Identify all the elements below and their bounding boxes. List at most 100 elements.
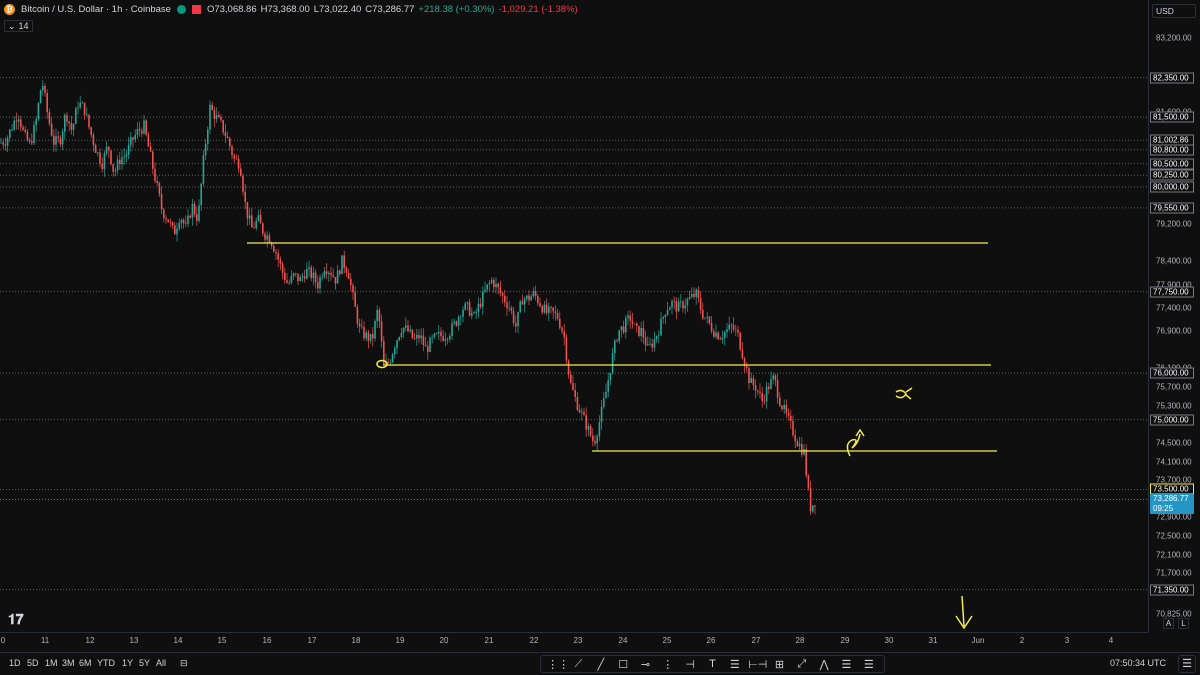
date-range-icon[interactable]: ⊟ <box>180 658 188 669</box>
candle-body <box>240 168 242 176</box>
price-level-tag[interactable]: 80,800.00 <box>1150 144 1194 156</box>
candle-body <box>735 329 737 331</box>
arrow-icon[interactable]: ⤢ <box>793 658 811 671</box>
time-label: 30 <box>884 636 894 645</box>
date-range-icon[interactable]: ⊢⊣ <box>748 658 767 671</box>
candle-body <box>174 225 176 235</box>
candle-body <box>339 270 341 275</box>
price-level-tag[interactable]: 80,250.00 <box>1150 169 1194 181</box>
symbol-title[interactable]: Bitcoin / U.S. Dollar · 1h · Coinbase <box>21 4 171 15</box>
drag-handle-icon[interactable]: ⋮⋮ <box>547 658 569 671</box>
candle-body <box>20 119 22 128</box>
candle-body <box>297 273 299 282</box>
auto-scale-button[interactable]: A <box>1163 618 1174 629</box>
timeframe-button[interactable]: 6M <box>79 658 92 668</box>
horizontal-ray-icon[interactable]: ⊸ <box>636 658 654 671</box>
utc-clock[interactable]: 07:50:34 UTC <box>1110 658 1166 668</box>
candle-body <box>631 320 634 324</box>
timeframe-button[interactable]: 3M <box>62 658 75 668</box>
price-level-tag[interactable]: 77,750.00 <box>1150 286 1194 298</box>
time-label: 18 <box>351 636 361 645</box>
candle-body <box>312 272 315 279</box>
price-level-tag[interactable]: 80,500.00 <box>1150 158 1194 170</box>
candle-body <box>259 215 262 224</box>
time-label: 2 <box>1019 636 1025 645</box>
candle-body <box>193 203 196 215</box>
indicator-toggle[interactable]: ⌄ 14 <box>4 20 33 32</box>
candle-body <box>779 397 781 406</box>
candle-body <box>715 332 717 337</box>
time-label: 15 <box>217 636 227 645</box>
down-arrow-drawing[interactable] <box>955 595 973 630</box>
rectangle-icon[interactable]: ☐ <box>614 658 632 671</box>
timeframe-button[interactable]: 5Y <box>139 658 150 668</box>
short-position-icon[interactable]: ☰ <box>860 658 878 671</box>
brush-icon[interactable]: ⟋ <box>569 658 587 671</box>
timeframe-button[interactable]: YTD <box>97 658 115 668</box>
tradingview-logo[interactable]: 𝟏𝟕 <box>8 612 24 628</box>
up-arrow-scribble-drawing[interactable] <box>846 428 865 457</box>
candle-body <box>653 339 656 348</box>
timeframe-button[interactable]: 1D <box>9 658 21 668</box>
candle-body <box>770 379 772 389</box>
path-icon[interactable]: ⋀ <box>815 658 833 671</box>
long-position-icon[interactable]: ☰ <box>837 658 855 671</box>
price-range-icon[interactable]: ⊞ <box>770 658 788 671</box>
menu-icon[interactable]: ☰ <box>1178 655 1196 673</box>
candle-body <box>24 129 26 132</box>
candle-body <box>319 277 321 289</box>
market-status-icon[interactable] <box>176 5 186 14</box>
candle-body <box>561 327 563 332</box>
candle-body <box>334 276 337 284</box>
candle-body <box>145 120 147 135</box>
candle-body <box>620 326 623 331</box>
price-level-tag[interactable]: 80,000.00 <box>1150 181 1194 193</box>
candle-body <box>17 119 20 122</box>
candle-body <box>790 415 792 421</box>
price-level-tag-yellow[interactable]: 73,500.00 <box>1150 483 1194 495</box>
candle-body <box>110 150 112 165</box>
vertical-line-icon[interactable]: ⋮ <box>659 658 677 671</box>
currency-selector[interactable]: USD <box>1152 4 1196 18</box>
timeframe-button[interactable]: 1Y <box>122 658 133 668</box>
horizontal-line-icon[interactable]: ⊣ <box>681 658 699 671</box>
candle-body <box>420 335 422 339</box>
timeframe-button[interactable]: 5D <box>27 658 39 668</box>
price-chart[interactable] <box>0 0 1148 632</box>
bitcoin-icon[interactable]: ₿ <box>4 4 15 15</box>
timeframe-button[interactable]: All <box>156 658 166 668</box>
candle-body <box>141 130 143 134</box>
time-label: Jun <box>971 636 985 645</box>
candle-body <box>446 339 449 340</box>
candle-body <box>554 311 557 314</box>
candle-body <box>616 340 618 342</box>
candle-body <box>138 128 141 131</box>
alert-flag-icon[interactable] <box>191 5 201 14</box>
timeframe-button[interactable]: 1M <box>45 658 58 668</box>
candle-body <box>108 146 110 151</box>
price-level-tag[interactable]: 76,000.00 <box>1150 367 1194 379</box>
candle-body <box>796 441 799 447</box>
candle-body <box>422 335 425 346</box>
current-price-tag[interactable]: 73,286.77 09:25 <box>1150 494 1194 515</box>
chart-pane[interactable]: ₿ Bitcoin / U.S. Dollar · 1h · Coinbase … <box>0 0 1148 632</box>
candle-body <box>127 144 130 155</box>
price-level-tag[interactable]: 82,350.00 <box>1150 72 1194 84</box>
alpha-scribble-drawing[interactable] <box>895 387 913 400</box>
fib-retracement-icon[interactable]: ☰ <box>726 658 744 671</box>
trendline-icon[interactable]: ╱ <box>592 658 610 671</box>
candle-body <box>411 329 414 339</box>
log-scale-button[interactable]: L <box>1178 618 1189 629</box>
candle-body <box>152 151 154 169</box>
price-level-tag[interactable]: 79,550.00 <box>1150 202 1194 214</box>
price-level-tag[interactable]: 75,000.00 <box>1150 414 1194 426</box>
time-label: 11 <box>40 636 50 645</box>
price-level-tag[interactable]: 71,350.00 <box>1150 584 1194 596</box>
text-icon[interactable]: T <box>703 658 721 670</box>
candle-body <box>539 303 541 307</box>
candle-body <box>730 324 733 326</box>
candle-body <box>178 223 180 229</box>
price-level-tag[interactable]: 81,500.00 <box>1150 111 1194 123</box>
candle-body <box>376 309 378 322</box>
candle-body <box>506 302 508 309</box>
